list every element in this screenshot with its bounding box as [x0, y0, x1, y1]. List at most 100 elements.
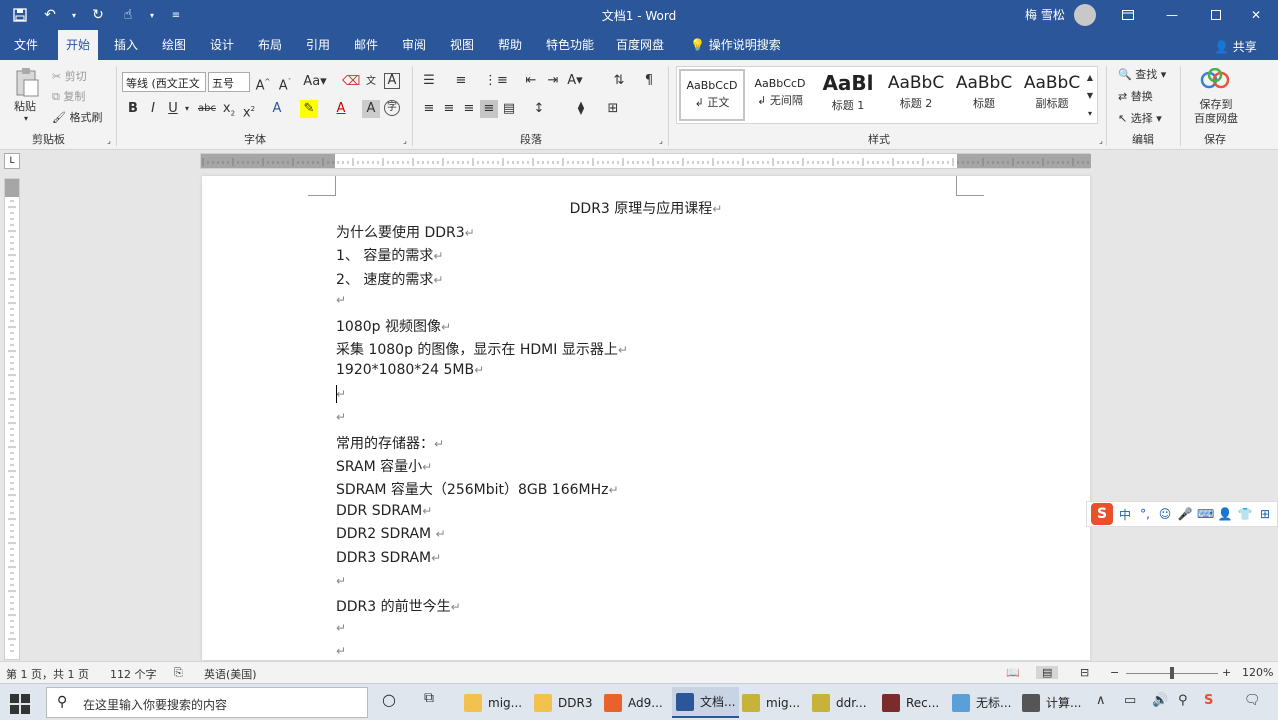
doc-paragraph[interactable]: ↵ — [336, 643, 346, 659]
borders-icon[interactable]: ⊞ — [604, 100, 622, 118]
subscript-icon[interactable]: x2 — [220, 100, 238, 118]
ime-language[interactable]: 中 — [1117, 506, 1133, 523]
dropdown-icon[interactable]: ▾ — [70, 5, 78, 25]
microphone-icon[interactable]: 🎤 — [1177, 507, 1193, 521]
word-count[interactable]: 112 个字 — [110, 666, 157, 682]
taskbar-app-paint[interactable]: 无标... — [952, 687, 1011, 718]
vertical-ruler[interactable] — [4, 178, 20, 660]
more-styles-icon[interactable]: ▾ — [1081, 105, 1099, 123]
character-border-icon[interactable]: A — [384, 73, 400, 89]
document-page[interactable]: DDR3 原理与应用课程↵ 为什么要使用 DDR3↵ 1、 容量的需求↵ 2、 速度… — [202, 176, 1090, 660]
doc-paragraph[interactable]: 采集 1080p 的图像，显示在 HDMI 显示器上↵ — [336, 339, 628, 359]
style-heading-1[interactable]: AaBl 标题 1 — [815, 69, 881, 121]
avatar[interactable] — [1074, 4, 1096, 26]
style-no-spacing[interactable]: AaBbCcD ↲ 无间隔 — [747, 69, 813, 121]
sogou-logo-icon[interactable]: S — [1091, 503, 1113, 525]
format-painter-button[interactable]: 🖌 格式刷 — [52, 109, 102, 125]
horizontal-ruler[interactable] — [200, 153, 1091, 169]
undo-icon[interactable]: ↶ — [40, 5, 60, 25]
keyboard-icon[interactable]: ⌨ — [1197, 507, 1214, 521]
tab-layout[interactable]: 布局 — [250, 30, 290, 60]
taskbar-search-input[interactable]: ⚲ 在这里输入你要搜索的内容 — [46, 687, 368, 718]
find-button[interactable]: 🔍 查找 ▾ — [1118, 66, 1166, 82]
multilevel-list-icon[interactable]: ⋮≡ — [484, 72, 508, 90]
read-mode-icon[interactable]: 📖 — [1006, 666, 1020, 679]
taskbar-app-word[interactable]: 文档... — [672, 687, 740, 718]
doc-paragraph[interactable]: DDR3 的前世今生↵ — [336, 596, 461, 616]
strikethrough-icon[interactable]: abc — [196, 100, 218, 118]
tab-draw[interactable]: 绘图 — [154, 30, 194, 60]
tab-help[interactable]: 帮助 — [490, 30, 530, 60]
tab-selector[interactable]: L — [4, 153, 20, 169]
bold-icon[interactable]: B — [124, 100, 142, 118]
doc-paragraph[interactable]: 1920*1080*24 5MB↵ — [336, 362, 484, 378]
style-subtitle[interactable]: AaBbC 副标题 — [1019, 69, 1085, 121]
skin-icon[interactable]: 👕 — [1237, 507, 1253, 521]
page-count[interactable]: 第 1 页，共 1 页 — [6, 666, 89, 682]
doc-paragraph[interactable]: 2、 速度的需求↵ — [336, 269, 443, 289]
clear-formatting-icon[interactable]: ⌫ — [342, 73, 360, 91]
tab-view[interactable]: 视图 — [442, 30, 482, 60]
dropdown-icon[interactable]: ▾ — [148, 5, 156, 25]
zoom-in-icon[interactable]: + — [1222, 666, 1231, 679]
paste-button[interactable]: 粘贴 — [14, 98, 36, 114]
shrink-font-icon[interactable]: Aˇ — [276, 73, 294, 93]
doc-paragraph[interactable]: 为什么要使用 DDR3↵ — [336, 222, 475, 242]
redo-icon[interactable]: ↻ — [88, 5, 108, 25]
tab-features[interactable]: 特色功能 — [538, 30, 602, 60]
minimize-icon[interactable]: — — [1150, 0, 1194, 30]
doc-paragraph[interactable]: ↵ — [336, 573, 346, 589]
taskbar-app-ise[interactable]: ddr... — [812, 687, 867, 718]
ribbon-display-options-icon[interactable] — [1106, 0, 1150, 30]
doc-paragraph[interactable]: SDRAM 容量大（256Mbit）8GB 166MHz↵ — [336, 479, 619, 499]
baidu-cloud-icon[interactable] — [1200, 67, 1230, 94]
close-icon[interactable]: ✕ — [1234, 0, 1278, 30]
touch-mode-icon[interactable]: ☝ — [118, 5, 138, 25]
task-view-icon[interactable]: ⧉ — [424, 690, 434, 706]
style-title[interactable]: AaBbC 标题 — [951, 69, 1017, 121]
chevron-up-icon[interactable]: ∧ — [1096, 693, 1106, 708]
enclose-character-icon[interactable]: 字 — [384, 100, 400, 116]
doc-paragraph[interactable]: ↵ — [336, 292, 346, 308]
zoom-level[interactable]: 120% — [1242, 666, 1273, 679]
doc-paragraph[interactable]: DDR2 SDRAM ↵ — [336, 526, 446, 542]
doc-paragraph[interactable]: 常用的存储器：↵ — [336, 433, 444, 453]
maximize-icon[interactable] — [1194, 0, 1238, 30]
shading-icon[interactable]: ⧫ — [572, 100, 590, 118]
align-right-icon[interactable]: ≡ — [460, 100, 478, 118]
volume-icon[interactable]: 🔊 — [1152, 693, 1168, 708]
justify-icon[interactable]: ≡ — [480, 100, 498, 118]
tab-file[interactable]: 文件 — [6, 30, 46, 60]
tell-me-search[interactable]: 💡 操作说明搜索 — [682, 30, 789, 60]
chinese-layout-icon[interactable]: A▾ — [566, 72, 584, 90]
proofing-icon[interactable]: ⎘ — [174, 666, 183, 680]
cortana-icon[interactable]: ○ — [382, 690, 396, 709]
user-name[interactable]: 梅 雪松 — [1025, 6, 1065, 23]
decrease-indent-icon[interactable]: ⇤ — [522, 72, 540, 90]
tab-baidu[interactable]: 百度网盘 — [608, 30, 672, 60]
taskbar-app-calculator[interactable]: 计算... — [1022, 687, 1081, 718]
replace-button[interactable]: ⇄ 替换 — [1118, 88, 1153, 104]
network-icon[interactable]: ⚲ — [1178, 693, 1188, 708]
save-to-baidu-button[interactable]: 保存到 百度网盘 — [1190, 98, 1242, 126]
select-button[interactable]: ↖ 选择 ▾ — [1118, 110, 1162, 126]
scroll-up-icon[interactable]: ▲ — [1081, 69, 1099, 87]
ime-punctuation[interactable]: °, — [1137, 507, 1153, 521]
notification-icon[interactable]: 🗨 — [1244, 693, 1261, 708]
chevron-down-icon[interactable]: ▾ — [178, 100, 196, 118]
chevron-down-icon[interactable]: ▾ — [24, 114, 28, 123]
battery-icon[interactable]: ▭ — [1124, 693, 1136, 708]
document-heading[interactable]: DDR3 原理与应用课程↵ — [202, 198, 1090, 218]
increase-indent-icon[interactable]: ⇥ — [544, 72, 562, 90]
zoom-slider-thumb[interactable] — [1170, 667, 1174, 679]
tab-review[interactable]: 审阅 — [394, 30, 434, 60]
numbering-icon[interactable]: ≡ — [452, 72, 470, 90]
align-center-icon[interactable]: ≡ — [440, 100, 458, 118]
doc-paragraph[interactable]: ↵ — [336, 386, 346, 402]
doc-paragraph[interactable]: DDR SDRAM↵ — [336, 503, 432, 519]
doc-paragraph[interactable]: SRAM 容量小↵ — [336, 456, 432, 476]
zoom-out-icon[interactable]: − — [1110, 666, 1119, 679]
language-status[interactable]: 英语(美国) — [204, 666, 257, 682]
bullets-icon[interactable]: ☰ — [420, 72, 438, 90]
style-heading-2[interactable]: AaBbC 标题 2 — [883, 69, 949, 121]
